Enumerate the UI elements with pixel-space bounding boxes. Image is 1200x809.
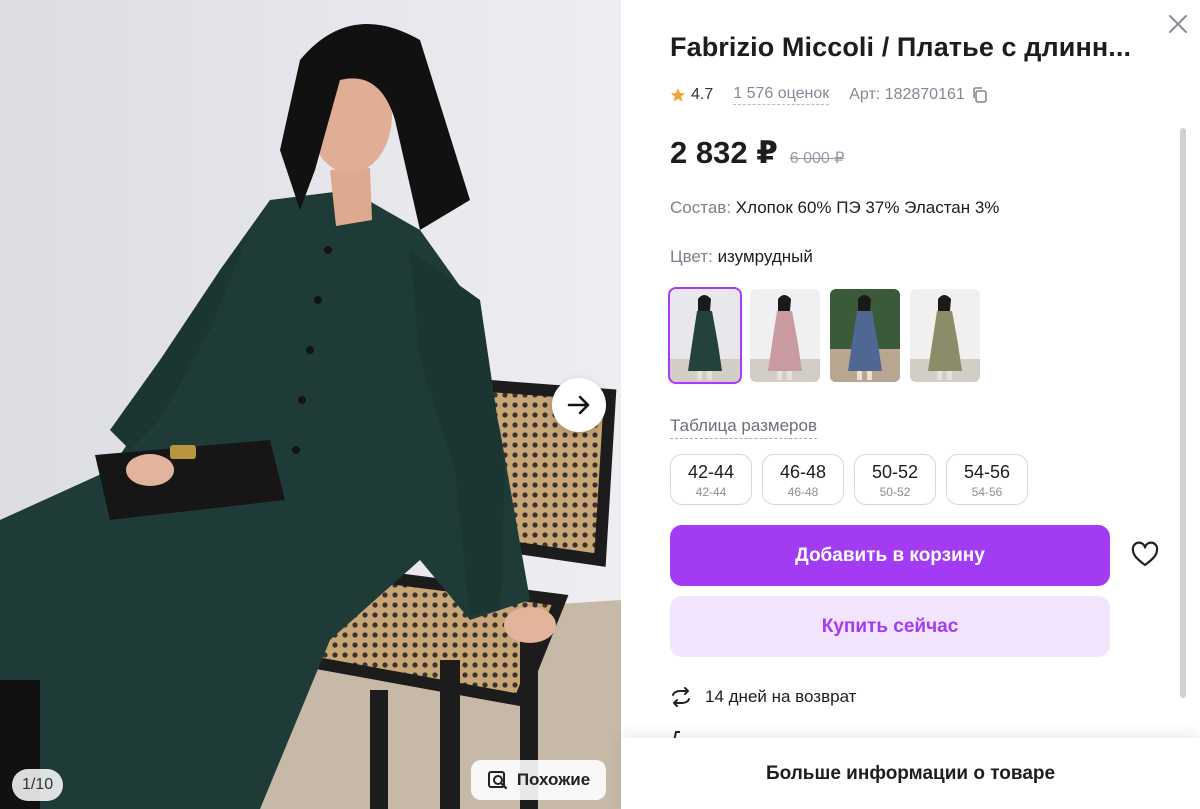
size-sublabel: 46-48 [787,485,819,499]
rating-value: 4.7 [691,86,714,103]
more-info-button[interactable]: Больше информации о товаре [621,738,1200,809]
next-photo-button[interactable] [552,378,606,432]
color-swatch-thumbnail [830,289,900,382]
similar-search-icon [487,771,507,790]
similar-products-button[interactable]: Похожие [471,760,606,800]
article-number: Арт: 182870161 [849,86,965,103]
star-icon [670,88,686,102]
size-label: 54-56 [963,462,1011,482]
current-price: 2 832 ₽ [670,135,778,170]
color-swatch[interactable] [910,289,980,382]
heart-icon[interactable] [1131,541,1159,569]
size-label: 46-48 [779,462,827,482]
size-label: 42-44 [687,462,735,482]
add-to-cart-button[interactable]: Добавить в корзину [670,525,1110,586]
color-swatch-thumbnail [670,289,740,382]
size-sublabel: 42-44 [695,485,727,499]
size-table-link[interactable]: Таблица размеров [670,416,817,439]
size-sublabel: 50-52 [879,485,911,499]
info-scrollbar[interactable] [1180,128,1186,698]
copy-icon[interactable] [971,86,989,104]
composition-label: Состав: [670,198,732,217]
product-meta-row: 4.7 1 576 оценок Арт: 182870161 [670,85,989,105]
color-swatch-thumbnail [910,289,980,382]
color-row: Цвет: изумрудный [670,247,813,267]
size-sublabel: 54-56 [971,485,1003,499]
color-swatches [668,287,980,384]
product-photo [0,0,621,809]
close-icon[interactable] [1166,12,1190,36]
returns-text: 14 дней на возврат [705,687,857,706]
size-options: 42-44 42-44 46-48 46-48 50-52 50-52 54-56 54-56 [670,454,1028,505]
size-label: 50-52 [871,462,919,482]
composition-value: Хлопок 60% ПЭ 37% Эластан 3% [735,198,1000,217]
color-swatch[interactable] [830,289,900,382]
product-info-panel: Fabrizio Miccoli / Платье с длинн... 4.7… [621,0,1200,809]
return-arrows-icon [672,687,690,707]
composition-row: Состав: Хлопок 60% ПЭ 37% Эластан 3% [670,198,999,218]
arrow-right-icon [567,395,590,415]
size-option[interactable]: 54-56 54-56 [946,454,1028,505]
color-value: изумрудный [717,247,813,266]
color-swatch[interactable] [668,287,742,384]
similar-products-label: Похожие [516,770,591,789]
reviews-link[interactable]: 1 576 оценок [733,85,830,105]
price-block: 2 832 ₽ 6 000 ₽ [670,135,844,171]
color-label: Цвет: [670,247,713,266]
color-swatch[interactable] [750,289,820,382]
photo-counter: 1/10 [12,769,64,801]
size-option[interactable]: 50-52 50-52 [854,454,936,505]
color-swatch-thumbnail [750,289,820,382]
old-price: 6 000 ₽ [789,150,845,167]
product-title: Fabrizio Miccoli / Платье с длинн... [670,32,1132,62]
returns-info: 14 дней на возврат [670,686,856,708]
size-option[interactable]: 46-48 46-48 [762,454,844,505]
buy-now-button[interactable]: Купить сейчас [670,596,1110,657]
size-option[interactable]: 42-44 42-44 [670,454,752,505]
product-photo-gallery[interactable]: 1/10 Похожие [0,0,621,809]
